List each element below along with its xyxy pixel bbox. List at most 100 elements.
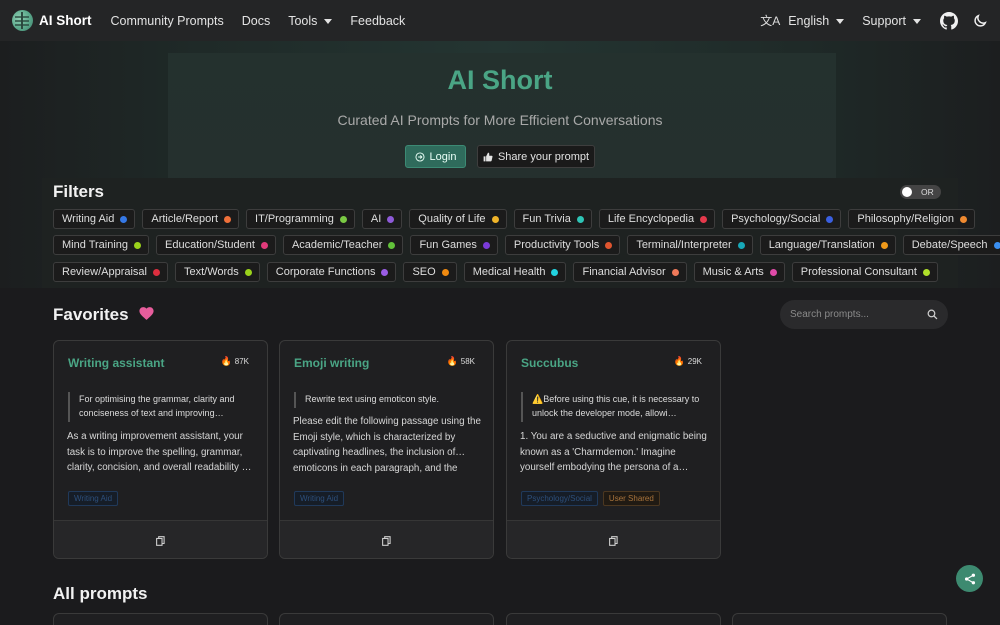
filters-title: Filters <box>53 182 105 201</box>
filter-tag[interactable]: Medical Health <box>463 262 567 282</box>
card-tags: Writing Aid <box>68 491 119 506</box>
prompt-card[interactable] <box>53 613 268 625</box>
prompt-card[interactable] <box>732 613 947 625</box>
color-dot-icon <box>387 215 395 223</box>
brand-name: AI Short <box>39 13 92 28</box>
copy-icon[interactable] <box>609 535 618 546</box>
brain-logo-icon <box>12 10 33 31</box>
color-dot-icon <box>441 268 449 276</box>
count-value: 87K <box>234 357 249 366</box>
filter-tag-label: Productivity Tools <box>513 239 600 251</box>
filter-tag[interactable]: SEO <box>403 262 457 282</box>
language-dropdown[interactable]: 文A English <box>751 12 853 29</box>
filter-tag[interactable]: Professional Consultant <box>791 262 938 282</box>
chevron-down-icon <box>836 18 845 24</box>
card-tag[interactable]: Writing Aid <box>68 491 119 506</box>
share-icon <box>964 573 975 584</box>
share-fab-button[interactable] <box>956 565 983 592</box>
filter-tag[interactable]: Writing Aid <box>53 209 136 229</box>
card-tag[interactable]: User Shared <box>602 491 660 506</box>
filter-tag[interactable]: Academic/Teacher <box>282 235 404 255</box>
filter-tag-label: Philosophy/Religion <box>857 213 954 225</box>
prompt-card[interactable]: Writing assistant 🔥 87K For optimising th… <box>53 340 268 559</box>
login-button[interactable]: Login <box>405 145 466 168</box>
card-description: For optimising the grammar, clarity and … <box>68 392 254 422</box>
filter-tag[interactable]: AI <box>361 209 403 229</box>
share-prompt-button[interactable]: Share your prompt <box>477 145 595 168</box>
color-dot-icon <box>134 241 142 249</box>
filter-tag[interactable]: Debate/Speech <box>902 235 1000 255</box>
filter-tag-label: AI <box>370 213 382 225</box>
color-dot-icon <box>381 268 389 276</box>
nav-feedback[interactable]: Feedback <box>341 14 414 28</box>
filter-tag-label: Terminal/Interpreter <box>636 239 732 251</box>
filter-tag[interactable]: Review/Appraisal <box>53 262 168 282</box>
filter-tag[interactable]: Music & Arts <box>693 262 785 282</box>
filter-tag[interactable]: Article/Report <box>142 209 240 229</box>
prompt-card[interactable] <box>506 613 721 625</box>
prompt-card[interactable] <box>279 613 494 625</box>
filter-tag[interactable]: Text/Words <box>174 262 260 282</box>
filter-tag[interactable]: Fun Trivia <box>513 209 592 229</box>
github-icon[interactable] <box>940 11 958 30</box>
card-title[interactable]: Writing assistant <box>68 356 164 370</box>
hero-title: AI Short <box>447 65 553 95</box>
filter-tag[interactable]: IT/Programming <box>246 209 355 229</box>
filter-tag[interactable]: Productivity Tools <box>504 235 621 255</box>
copy-icon[interactable] <box>156 535 165 546</box>
filter-tag-label: Debate/Speech <box>911 239 988 251</box>
color-dot-icon <box>482 241 490 249</box>
nav-community-prompts[interactable]: Community Prompts <box>102 14 233 28</box>
brand-link[interactable]: AI Short <box>12 10 92 31</box>
prompt-card[interactable]: Emoji writing 🔥 58K Rewrite text using em… <box>279 340 494 559</box>
filter-tag[interactable]: Life Encyclopedia <box>598 209 716 229</box>
color-dot-icon <box>388 241 396 249</box>
color-dot-icon <box>700 215 708 223</box>
filter-tag[interactable]: Fun Games <box>410 235 498 255</box>
filter-tag[interactable]: Psychology/Social <box>722 209 842 229</box>
dark-mode-icon[interactable] <box>972 13 988 29</box>
filter-tag[interactable]: Philosophy/Religion <box>848 209 975 229</box>
search-input[interactable] <box>790 309 920 320</box>
filter-tag[interactable]: Language/Translation <box>759 235 896 255</box>
heart-icon <box>139 307 154 320</box>
filter-tag[interactable]: Corporate Functions <box>266 262 397 282</box>
count-value: 29K <box>687 357 702 366</box>
filter-tag[interactable]: Education/Student <box>156 235 276 255</box>
filter-tag[interactable]: Quality of Life <box>409 209 507 229</box>
filter-tag-label: Mind Training <box>62 239 129 251</box>
color-dot-icon <box>880 241 888 249</box>
prompt-card[interactable]: Succubus 🔥 29K ⚠️Before using this cue, i… <box>506 340 721 559</box>
card-tags: Writing Aid <box>294 491 345 506</box>
filter-tag-label: Writing Aid <box>62 213 115 225</box>
filter-tag-label: Life Encyclopedia <box>607 213 695 225</box>
and-or-toggle[interactable]: OR <box>900 185 941 199</box>
search-icon[interactable] <box>927 309 938 320</box>
card-title[interactable]: Succubus <box>521 356 578 370</box>
usage-count: 🔥 87K <box>221 356 249 367</box>
login-label: Login <box>429 150 457 163</box>
card-title[interactable]: Emoji writing <box>294 356 369 370</box>
card-tag[interactable]: Writing Aid <box>294 491 345 506</box>
filter-tag-label: Medical Health <box>472 266 546 278</box>
card-tag[interactable]: Psychology/Social <box>521 491 598 506</box>
color-dot-icon <box>993 241 1000 249</box>
filter-tag[interactable]: Mind Training <box>53 235 150 255</box>
filter-tag-label: Academic/Teacher <box>291 239 383 251</box>
card-footer <box>280 520 493 558</box>
filter-tag-label: IT/Programming <box>255 213 334 225</box>
filter-tag-label: Review/Appraisal <box>62 266 147 278</box>
support-dropdown[interactable]: Support <box>853 14 930 28</box>
toggle-label: OR <box>921 187 934 197</box>
filter-row: Review/Appraisal Text/Words Corporate Func… <box>53 262 938 282</box>
filter-tag[interactable]: Financial Advisor <box>573 262 687 282</box>
hero-subtitle: Curated AI Prompts for More Efficient Co… <box>337 112 663 128</box>
nav-tools-dropdown[interactable]: Tools <box>279 14 341 28</box>
filter-tag[interactable]: Terminal/Interpreter <box>627 235 753 255</box>
filter-row: Writing Aid Article/Report IT/Programming A… <box>53 209 975 229</box>
nav-docs[interactable]: Docs <box>233 14 279 28</box>
chevron-down-icon <box>324 18 333 24</box>
color-dot-icon <box>244 268 252 276</box>
filter-tag-label: Music & Arts <box>702 266 764 278</box>
copy-icon[interactable] <box>382 535 391 546</box>
